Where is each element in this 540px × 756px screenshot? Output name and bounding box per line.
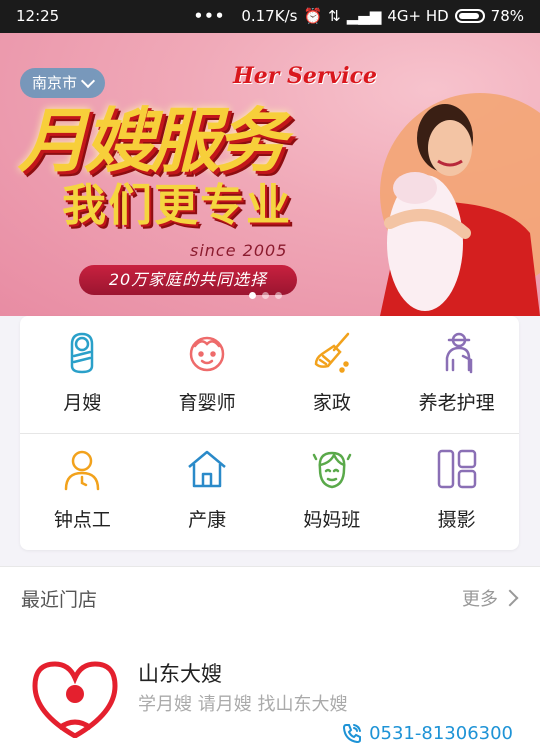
service-grid: 月嫂 育婴师 家政 养老护理 钟点工 产康 妈妈班 摄影 xyxy=(20,316,519,550)
home-icon xyxy=(188,450,226,488)
service-label: 妈妈班 xyxy=(303,509,361,531)
service-row: 月嫂 育婴师 家政 养老护理 xyxy=(20,316,519,434)
service-zhongdiangong[interactable]: 钟点工 xyxy=(20,433,145,550)
service-label: 产康 xyxy=(188,509,227,531)
promo-banner[interactable]: Her Service 月嫂服务 我们更专业 since 2005 20万家庭的… xyxy=(0,33,540,316)
banner-subtitle: 我们更专业 xyxy=(62,180,292,231)
service-row: 钟点工 产康 妈妈班 摄影 xyxy=(20,433,519,550)
banner-slogan: 20万家庭的共同选择 xyxy=(79,265,297,295)
store-description: 学月嫂 请月嫂 找山东大嫂 xyxy=(138,694,348,715)
network-type: 4G+ HD xyxy=(387,7,449,25)
status-bar: 12:25 ••• 0.17K/s ⏰ ⇅ ▂▄▆ 4G+ HD 78% xyxy=(0,0,540,33)
store-name: 山东大嫂 xyxy=(138,662,222,686)
camera-grid-icon xyxy=(437,449,476,489)
chevron-down-icon xyxy=(80,73,96,89)
more-label: 更多 xyxy=(462,589,498,610)
phone-icon xyxy=(343,724,362,744)
status-right: ••• 0.17K/s ⏰ ⇅ ▂▄▆ 4G+ HD 78% xyxy=(194,7,524,25)
swaddled-baby-icon xyxy=(71,332,94,374)
pager-dot xyxy=(275,292,282,299)
pager-dot xyxy=(262,292,269,299)
store-list-item[interactable]: 山东大嫂 学月嫂 请月嫂 找山东大嫂 0531-81306300 xyxy=(0,628,540,756)
data-transfer-icon: ⇅ xyxy=(328,7,341,25)
chevron-right-icon xyxy=(501,589,519,607)
network-speed: 0.17K/s xyxy=(241,7,298,25)
service-label: 家政 xyxy=(312,392,351,414)
pager-dot xyxy=(249,292,256,299)
broom-icon xyxy=(314,332,350,373)
service-yuyingshi[interactable]: 育婴师 xyxy=(145,316,270,433)
more-link[interactable]: 更多 xyxy=(462,585,519,611)
service-label: 月嫂 xyxy=(63,392,102,414)
alarm-icon: ⏰ xyxy=(303,7,323,25)
service-label: 育婴师 xyxy=(178,392,236,414)
status-time: 12:25 xyxy=(16,7,60,25)
mother-face-icon xyxy=(312,451,352,489)
service-yuesao[interactable]: 月嫂 xyxy=(20,316,145,433)
battery-level: 78% xyxy=(490,7,524,25)
nanny-holding-baby-image xyxy=(380,104,540,316)
store-logo xyxy=(32,661,118,738)
service-label: 钟点工 xyxy=(53,509,111,531)
city-label: 南京市 xyxy=(32,74,78,92)
recent-stores-header: 最近门店 更多 xyxy=(0,566,540,629)
service-label: 养老护理 xyxy=(418,392,495,414)
service-sheying[interactable]: 摄影 xyxy=(394,433,519,550)
signal-icon: ▂▄▆ xyxy=(346,7,382,25)
more-notifications-icon: ••• xyxy=(193,7,226,25)
service-mamaban[interactable]: 妈妈班 xyxy=(270,433,395,550)
person-clock-icon xyxy=(65,450,100,491)
service-chankang[interactable]: 产康 xyxy=(145,433,270,550)
service-yanglao[interactable]: 养老护理 xyxy=(394,316,519,433)
baby-face-icon xyxy=(189,336,225,372)
banner-pager xyxy=(249,292,282,299)
elderly-cane-icon xyxy=(445,332,472,374)
banner-since: since 2005 xyxy=(190,241,288,260)
battery-icon xyxy=(454,9,485,23)
service-jiazheng[interactable]: 家政 xyxy=(270,316,395,433)
city-selector[interactable]: 南京市 xyxy=(20,68,106,98)
store-phone-number: 0531-81306300 xyxy=(369,722,513,744)
section-title: 最近门店 xyxy=(21,589,98,611)
store-phone[interactable]: 0531-81306300 xyxy=(341,722,513,744)
service-label: 摄影 xyxy=(437,509,476,531)
